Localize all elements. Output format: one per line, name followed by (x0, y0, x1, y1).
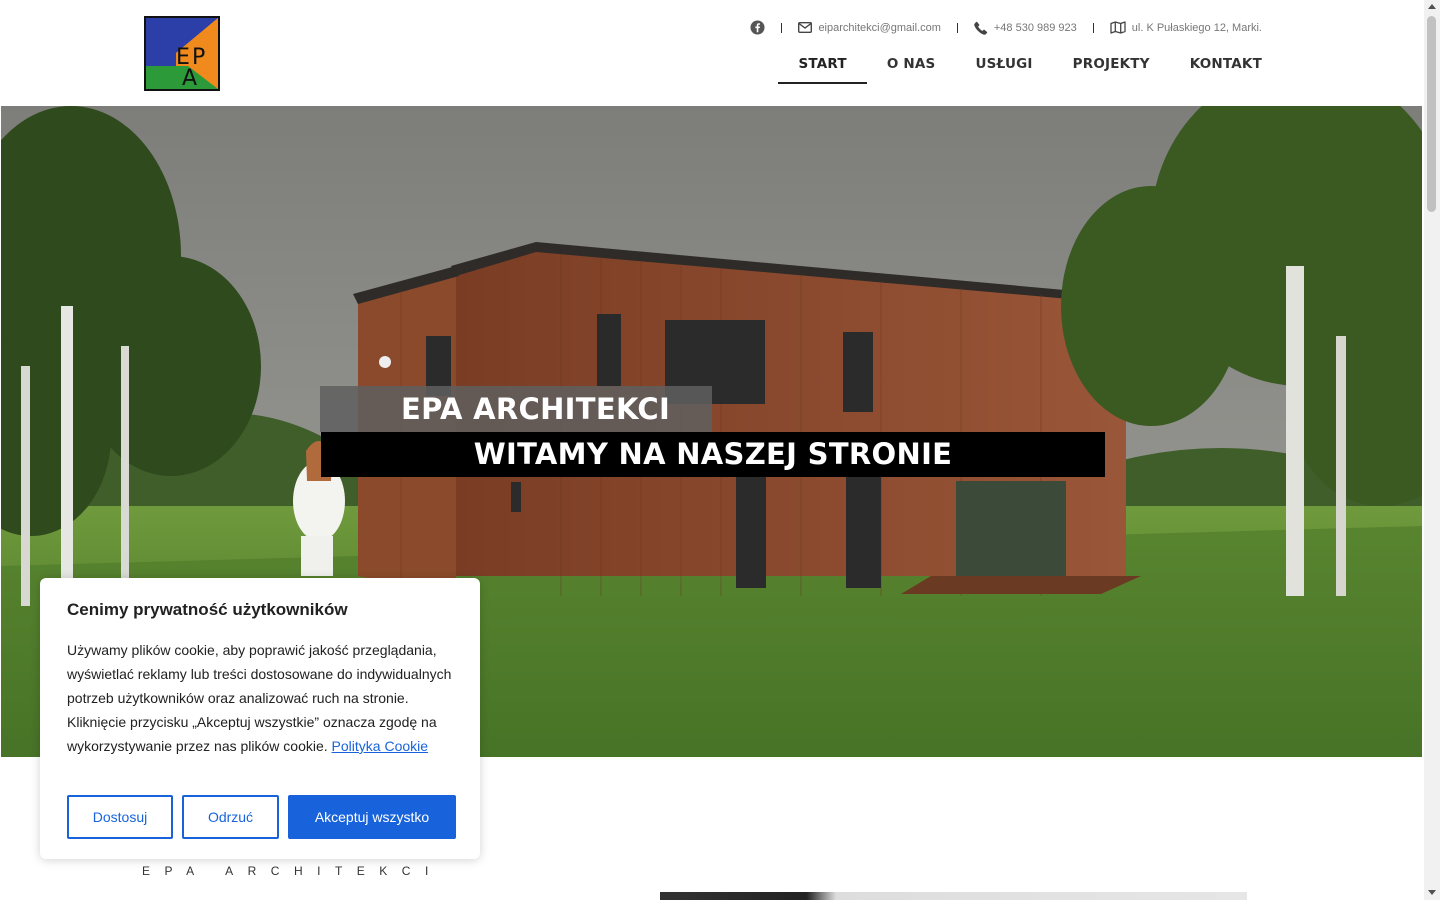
cookie-text: Używamy plików cookie, aby poprawić jako… (67, 638, 453, 758)
cookie-title: Cenimy prywatność użytkowników (67, 600, 348, 619)
divider (781, 22, 783, 33)
phone-link[interactable]: +48 530 989 923 (974, 21, 1077, 35)
scroll-down-icon[interactable] (1428, 890, 1436, 895)
reject-button[interactable]: Odrzuć (182, 795, 279, 839)
section-label: EPA ARCHITEKCI (142, 864, 443, 878)
nav-uslugi[interactable]: USŁUGI (955, 52, 1052, 84)
customize-button[interactable]: Dostosuj (67, 795, 173, 839)
hero-title: EPA ARCHITEKCI (320, 386, 712, 432)
cookie-consent-dialog: Cenimy prywatność użytkowników Używamy p… (40, 578, 480, 859)
nav-kontakt[interactable]: KONTAKT (1170, 52, 1262, 84)
map-icon (1110, 21, 1126, 34)
divider (1092, 22, 1094, 33)
scrollbar-thumb[interactable] (1427, 16, 1436, 212)
cookie-policy-link[interactable]: Polityka Cookie (332, 738, 429, 754)
envelope-icon (798, 22, 813, 33)
cookie-buttons: Dostosuj Odrzuć Akceptuj wszystko (67, 795, 456, 839)
section-image (660, 892, 1247, 900)
logo-graphic: E P A (146, 18, 218, 89)
hero-subtitle: WITAMY NA NASZEJ STRONIE (321, 432, 1105, 477)
contact-bar: eiparchitekci@gmail.com +48 530 989 923 … (750, 20, 1262, 35)
address-link[interactable]: ul. K Pułaskiego 12, Marki. (1110, 21, 1262, 34)
phone-icon (974, 21, 988, 35)
facebook-icon (750, 20, 765, 35)
accept-all-button[interactable]: Akceptuj wszystko (288, 795, 456, 839)
page-scrollbar[interactable] (1424, 0, 1440, 900)
phone-text: +48 530 989 923 (993, 21, 1077, 34)
site-logo[interactable]: E P A (144, 16, 220, 91)
divider (956, 22, 958, 33)
address-text: ul. K Pułaskiego 12, Marki. (1131, 21, 1262, 34)
nav-start[interactable]: START (778, 52, 867, 84)
email-text: eiparchitekci@gmail.com (818, 21, 941, 34)
facebook-link[interactable] (750, 20, 765, 35)
email-link[interactable]: eiparchitekci@gmail.com (798, 21, 941, 34)
nav-projekty[interactable]: PROJEKTY (1053, 52, 1170, 84)
site-header: E P A eiparchitekci@gmail.com +48 530 98… (0, 0, 1424, 106)
scroll-up-icon[interactable] (1428, 4, 1436, 9)
svg-text:A: A (182, 66, 197, 89)
main-nav: START O NAS USŁUGI PROJEKTY KONTAKT (778, 52, 1262, 84)
nav-o-nas[interactable]: O NAS (867, 52, 956, 84)
